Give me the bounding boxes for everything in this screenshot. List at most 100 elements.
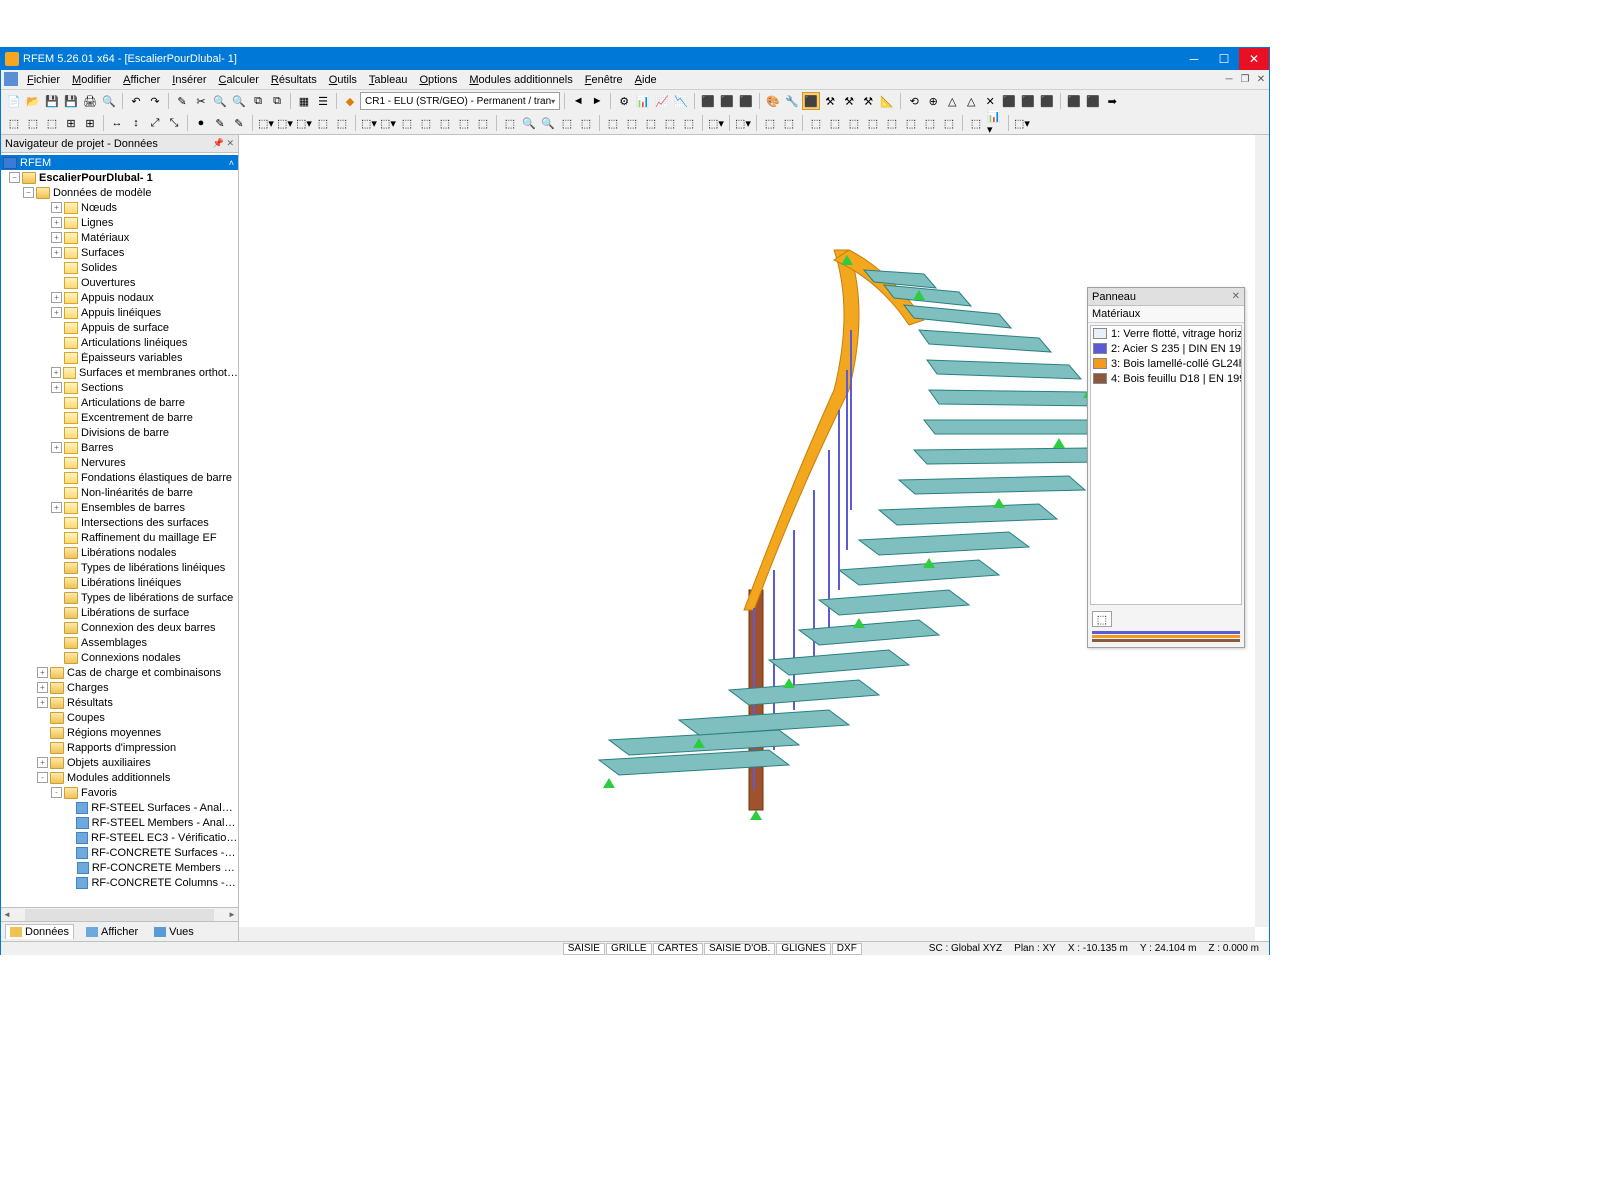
menu-fichier[interactable]: Fichier: [21, 74, 66, 86]
t2-1[interactable]: ⬚: [5, 114, 23, 132]
panel-tool-1[interactable]: ⬚: [1092, 611, 1112, 627]
viewport-vscroll[interactable]: [1255, 135, 1269, 927]
preview-icon[interactable]: 🔍: [100, 92, 118, 110]
close-button[interactable]: ✕: [1239, 48, 1269, 70]
t2-20[interactable]: ⬚: [398, 114, 416, 132]
res-19[interactable]: ⬛: [1000, 92, 1018, 110]
t2-37[interactable]: ⬚: [761, 114, 779, 132]
tree-project[interactable]: −EscalierPourDlubal- 1: [1, 170, 238, 185]
res-6[interactable]: ⬛: [737, 92, 755, 110]
tool-6[interactable]: ⧉: [268, 92, 286, 110]
t2-15[interactable]: ⬚▾: [295, 114, 313, 132]
menu-afficher[interactable]: Afficher: [117, 74, 166, 86]
status-cell[interactable]: GLIGNES: [776, 943, 830, 955]
tree-item[interactable]: Excentrement de barre: [1, 410, 238, 425]
material-row[interactable]: 3: Bois lamellé-collé GL24h | EN 19: [1091, 356, 1241, 371]
panel-close-icon[interactable]: ✕: [1232, 291, 1240, 302]
res-14[interactable]: ⟲: [905, 92, 923, 110]
res-3[interactable]: 📉: [672, 92, 690, 110]
tree-item[interactable]: Libérations nodales: [1, 545, 238, 560]
t2-18[interactable]: ⬚▾: [360, 114, 378, 132]
t2-28[interactable]: ⬚: [558, 114, 576, 132]
res-13[interactable]: 📐: [878, 92, 896, 110]
tree-item[interactable]: +Surfaces et membranes orthotropes: [1, 365, 238, 380]
t2-12[interactable]: ✎: [230, 114, 248, 132]
res-5[interactable]: ⬛: [718, 92, 736, 110]
print-icon[interactable]: 🖨: [81, 92, 99, 110]
menu-options[interactable]: Options: [413, 74, 463, 86]
tree-item[interactable]: Connexion des deux barres: [1, 620, 238, 635]
t2-46[interactable]: ⬚: [940, 114, 958, 132]
tree-item[interactable]: Types de libérations de surface: [1, 590, 238, 605]
res-8[interactable]: 🔧: [783, 92, 801, 110]
res-16[interactable]: △: [943, 92, 961, 110]
tree-item[interactable]: Ouvertures: [1, 275, 238, 290]
menu-insérer[interactable]: Insérer: [166, 74, 212, 86]
t2-41[interactable]: ⬚: [845, 114, 863, 132]
new-icon[interactable]: 📄: [5, 92, 23, 110]
grid-icon[interactable]: ▦: [295, 92, 313, 110]
tree-item[interactable]: Assemblages: [1, 635, 238, 650]
3d-viewport[interactable]: Panneau✕ Matériaux 1: Verre flotté, vitr…: [239, 135, 1269, 941]
t2-16[interactable]: ⬚: [314, 114, 332, 132]
t2-14[interactable]: ⬚▾: [276, 114, 294, 132]
status-cell[interactable]: DXF: [832, 943, 862, 955]
tree-modeldata[interactable]: −Données de modèle: [1, 185, 238, 200]
menu-modifier[interactable]: Modifier: [66, 74, 117, 86]
t2-26[interactable]: 🔍: [520, 114, 538, 132]
menu-outils[interactable]: Outils: [323, 74, 363, 86]
tree-item[interactable]: Divisions de barre: [1, 425, 238, 440]
undo-icon[interactable]: ↶: [127, 92, 145, 110]
material-row[interactable]: 4: Bois feuillu D18 | EN 1995-1-1:: [1091, 371, 1241, 386]
t2-35[interactable]: ⬚▾: [707, 114, 725, 132]
res-2[interactable]: 📈: [653, 92, 671, 110]
t2-10[interactable]: ●: [192, 114, 210, 132]
tree-item[interactable]: Épaisseurs variables: [1, 350, 238, 365]
saveall-icon[interactable]: 💾: [62, 92, 80, 110]
material-row[interactable]: 1: Verre flotté, vitrage horizontal: [1091, 326, 1241, 341]
nav-next[interactable]: ►: [588, 92, 606, 110]
lc-icon[interactable]: ◆: [341, 92, 359, 110]
t2-24[interactable]: ⬚: [474, 114, 492, 132]
tree-item[interactable]: -Favoris: [1, 785, 238, 800]
nav-prev[interactable]: ◄: [569, 92, 587, 110]
nav-hscroll[interactable]: ◄►: [1, 907, 238, 921]
tree-item[interactable]: RF-CONCRETE Columns - Vérifica: [1, 875, 238, 890]
t2-23[interactable]: ⬚: [455, 114, 473, 132]
t2-32[interactable]: ⬚: [642, 114, 660, 132]
res-18[interactable]: ✕: [981, 92, 999, 110]
menu-modules additionnels[interactable]: Modules additionnels: [463, 74, 578, 86]
menu-fenêtre[interactable]: Fenêtre: [579, 74, 629, 86]
res-17[interactable]: △: [962, 92, 980, 110]
res-12[interactable]: ⚒: [859, 92, 877, 110]
menu-tableau[interactable]: Tableau: [363, 74, 414, 86]
res-7[interactable]: 🎨: [764, 92, 782, 110]
calc-icon[interactable]: ⚙: [615, 92, 633, 110]
res-9[interactable]: ⬛: [802, 92, 820, 110]
t2-25[interactable]: ⬚: [501, 114, 519, 132]
loadcase-combo[interactable]: CR1 - ELU (STR/GEO) - Permanent / tran: [360, 92, 560, 110]
tree-item[interactable]: Raffinement du maillage EF: [1, 530, 238, 545]
t2-30[interactable]: ⬚: [604, 114, 622, 132]
tab-views[interactable]: Vues: [150, 925, 198, 939]
pin-icon[interactable]: 📌 ✕: [213, 138, 234, 149]
tree-item[interactable]: Non-linéarités de barre: [1, 485, 238, 500]
tree-item[interactable]: Rapports d'impression: [1, 740, 238, 755]
res-11[interactable]: ⚒: [840, 92, 858, 110]
t2-48[interactable]: 📊▾: [986, 114, 1004, 132]
tree-item[interactable]: Articulations linéiques: [1, 335, 238, 350]
t2-13[interactable]: ⬚▾: [257, 114, 275, 132]
menu-aide[interactable]: Aide: [629, 74, 663, 86]
tree-item[interactable]: +Appuis linéiques: [1, 305, 238, 320]
t2-44[interactable]: ⬚: [902, 114, 920, 132]
t2-38[interactable]: ⬚: [780, 114, 798, 132]
tree-item[interactable]: +Barres: [1, 440, 238, 455]
t2-4[interactable]: ⊞: [62, 114, 80, 132]
t2-9[interactable]: ⤡: [165, 114, 183, 132]
tree-item[interactable]: Appuis de surface: [1, 320, 238, 335]
tree-item[interactable]: +Charges: [1, 680, 238, 695]
tree-item[interactable]: Fondations élastiques de barre: [1, 470, 238, 485]
t2-31[interactable]: ⬚: [623, 114, 641, 132]
tree-item[interactable]: +Appuis nodaux: [1, 290, 238, 305]
mdi-minimize[interactable]: ─: [1221, 74, 1237, 85]
